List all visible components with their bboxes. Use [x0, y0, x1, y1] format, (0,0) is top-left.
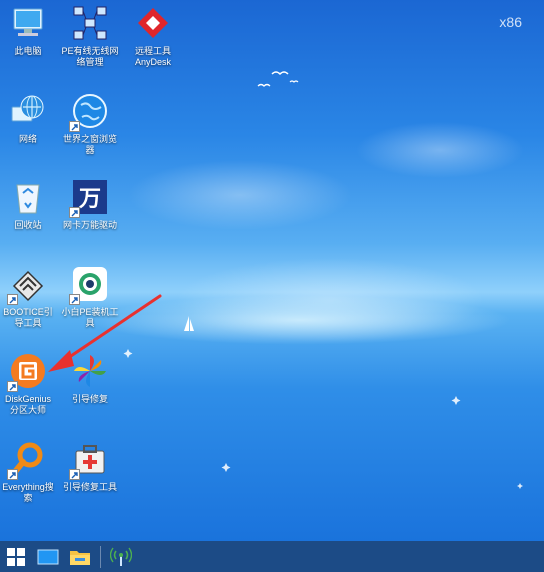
- network-signal-icon: [110, 547, 132, 566]
- start-button[interactable]: [0, 541, 32, 572]
- file-explorer-icon: [70, 550, 90, 565]
- network-tray-button[interactable]: [105, 541, 137, 572]
- file-explorer-button[interactable]: [64, 541, 96, 572]
- taskbar-separator: [100, 545, 101, 568]
- show-desktop-button[interactable]: [32, 541, 64, 572]
- taskbar: [0, 541, 544, 572]
- annotation-arrow: [48, 294, 162, 372]
- start-icon: [7, 547, 25, 566]
- desktop-icon: [37, 549, 59, 564]
- desktop[interactable]: x86 此电脑 网络 回收站 BOOTICE引 导工具 DiskGenius 分…: [0, 0, 544, 541]
